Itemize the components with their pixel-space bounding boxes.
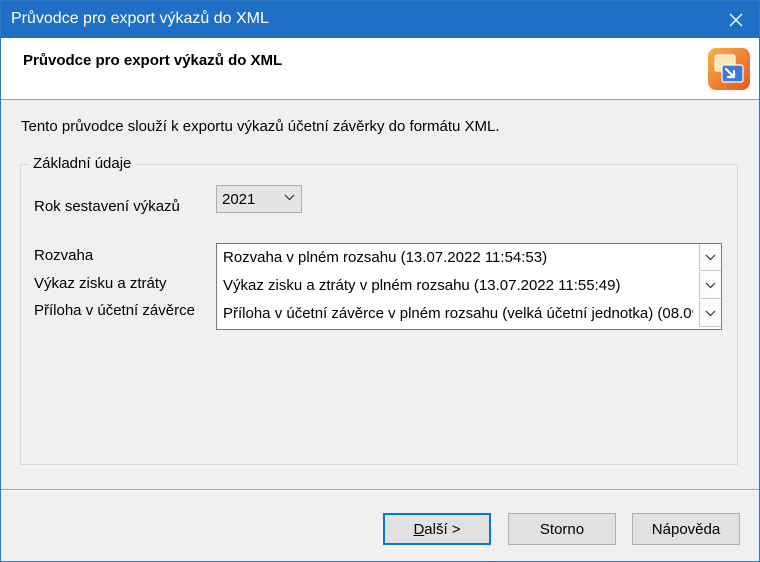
income-statement-select[interactable]: Výkaz zisku a ztráty v plném rozsahu (13… (217, 272, 721, 300)
notes-dropdown-button[interactable] (699, 300, 721, 327)
balance-sheet-select[interactable]: Rozvaha v plném rozsahu (13.07.2022 11:5… (217, 244, 721, 272)
income-statement-label: Výkaz zisku a ztráty (34, 275, 167, 292)
title-bar: Průvodce pro export výkazů do XML (1, 1, 759, 38)
dialog-window: Průvodce pro export výkazů do XML Průvod… (0, 0, 760, 562)
intro-text: Tento průvodce slouží k exportu výkazů ú… (21, 118, 500, 135)
help-button[interactable]: Nápověda (632, 513, 740, 545)
chevron-down-icon (284, 194, 295, 201)
year-select[interactable]: 2021 (216, 185, 302, 213)
year-value: 2021 (222, 191, 256, 208)
close-button[interactable] (713, 1, 759, 38)
cancel-button[interactable]: Storno (508, 513, 616, 545)
income-statement-value: Výkaz zisku a ztráty v plném rozsahu (13… (223, 277, 621, 294)
export-icon (708, 48, 750, 90)
year-label: Rok sestavení výkazů (34, 198, 180, 215)
notes-select[interactable]: Příloha v účetní závěrce v plném rozsahu… (217, 300, 721, 328)
group-legend: Základní údaje (29, 155, 136, 172)
next-mnemonic: D (413, 520, 425, 538)
notes-label: Příloha v účetní závěrce (34, 302, 195, 319)
next-label: alší > (424, 520, 461, 538)
chevron-down-icon (705, 282, 716, 288)
balance-sheet-value: Rozvaha v plném rozsahu (13.07.2022 11:5… (223, 249, 548, 266)
wizard-header: Průvodce pro export výkazů do XML (1, 38, 759, 100)
balance-sheet-dropdown-button[interactable] (699, 244, 721, 271)
statement-select-panel: Rozvaha v plném rozsahu (13.07.2022 11:5… (216, 243, 722, 330)
window-title: Průvodce pro export výkazů do XML (11, 10, 269, 27)
next-button[interactable]: Další > (383, 513, 491, 545)
balance-sheet-label: Rozvaha (34, 247, 94, 264)
chevron-down-icon (705, 310, 716, 316)
footer-separator (1, 489, 759, 491)
chevron-down-icon (705, 254, 716, 260)
wizard-title: Průvodce pro export výkazů do XML (23, 52, 283, 69)
income-statement-dropdown-button[interactable] (699, 272, 721, 299)
notes-value: Příloha v účetní závěrce v plném rozsahu… (223, 305, 693, 322)
close-icon (729, 13, 743, 26)
